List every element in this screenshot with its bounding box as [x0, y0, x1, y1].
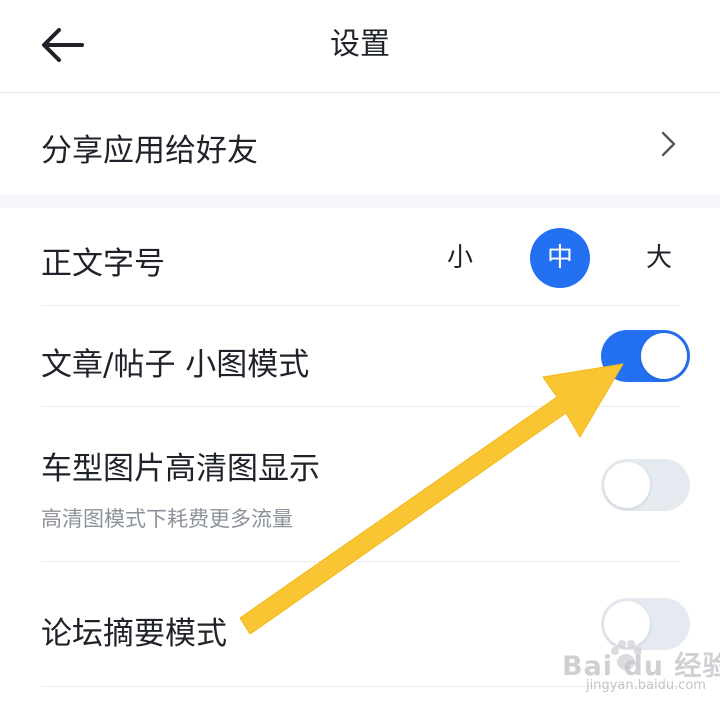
font-size-row: 正文字号 小 中 大 [0, 208, 720, 305]
toggle-knob [604, 462, 650, 508]
top-bar: 设置 [0, 0, 720, 93]
hd-image-row: 车型图片高清图显示 高清图模式下耗费更多流量 [0, 407, 720, 561]
forum-summary-label: 论坛摘要模式 [41, 616, 227, 652]
share-app-label: 分享应用给好友 [41, 133, 258, 169]
small-image-mode-label: 文章/帖子 小图模式 [41, 347, 310, 383]
toggle-knob [641, 333, 687, 379]
hd-image-toggle[interactable] [601, 459, 690, 511]
small-image-mode-row: 文章/帖子 小图模式 [0, 306, 720, 406]
page-title: 设置 [330, 27, 390, 62]
hd-image-sublabel: 高清图模式下耗费更多流量 [41, 507, 293, 531]
font-size-label: 正文字号 [41, 246, 165, 282]
forum-summary-toggle[interactable] [601, 598, 690, 650]
small-image-mode-toggle[interactable] [601, 330, 690, 382]
divider [41, 686, 680, 687]
share-app-row[interactable]: 分享应用给好友 [0, 93, 720, 194]
font-size-medium-option[interactable]: 中 [530, 228, 590, 288]
arrow-left-icon [42, 28, 84, 62]
back-button[interactable] [30, 18, 94, 72]
hd-image-label: 车型图片高清图显示 [41, 451, 320, 487]
font-size-small-option[interactable]: 小 [430, 228, 490, 288]
font-size-large-option[interactable]: 大 [629, 228, 689, 288]
chevron-right-icon [661, 131, 676, 157]
section-gap [0, 194, 720, 208]
forum-summary-row: 论坛摘要模式 [0, 562, 720, 686]
toggle-knob [604, 601, 650, 647]
